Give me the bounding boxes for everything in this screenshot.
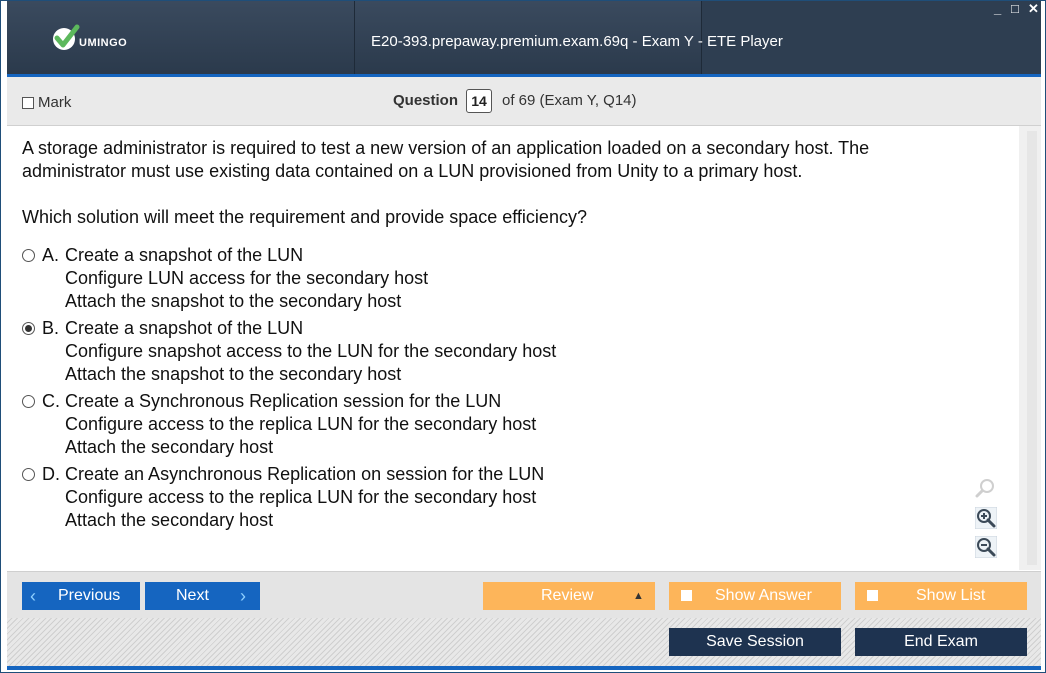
option-c-line-3: Attach the secondary host — [65, 437, 274, 457]
option-letter: C. — [42, 391, 60, 411]
mark-checkbox[interactable] — [22, 97, 34, 109]
previous-button[interactable]: ‹ Previous — [22, 582, 140, 610]
end-exam-button[interactable]: End Exam — [855, 628, 1027, 656]
option-c-line-2: Configure access to the replica LUN for … — [65, 414, 537, 434]
option-b-line-1: Create a snapshot of the LUN — [65, 318, 304, 338]
window-title: E20-393.prepaway.premium.exam.69q - Exam… — [371, 33, 783, 50]
logo: UMINGO — [51, 23, 161, 55]
show-answer-checkbox[interactable] — [681, 590, 692, 601]
question-count: of 69 (Exam Y, Q14) — [502, 92, 637, 109]
chevron-left-icon: ‹ — [30, 586, 36, 606]
option-b-radio[interactable] — [22, 322, 35, 335]
checkmark-logo-icon — [53, 24, 80, 50]
zoom-in-icon[interactable] — [975, 507, 997, 529]
option-letter: D. — [42, 464, 60, 484]
minimize-icon[interactable]: _ — [994, 2, 1001, 15]
next-button[interactable]: Next › — [145, 582, 260, 610]
navigation-bar: ‹ Previous Next › Review ▲ Show Answer S… — [7, 571, 1041, 618]
option-d-line-3: Attach the secondary host — [65, 510, 274, 530]
question-text-line-2: administrator must use existing data con… — [22, 161, 803, 181]
option-d-radio[interactable] — [22, 468, 35, 481]
option-c-line-1: Create a Synchronous Replication session… — [65, 391, 502, 411]
show-list-button[interactable]: Show List — [855, 582, 1027, 610]
question-header: Mark Question 14 of 69 (Exam Y, Q14) — [7, 77, 1041, 126]
question-label: Question — [393, 92, 459, 109]
scrollbar-thumb[interactable] — [1027, 131, 1037, 565]
mark-label[interactable]: Mark — [38, 94, 71, 111]
option-b-line-2: Configure snapshot access to the LUN for… — [65, 341, 557, 361]
option-b-line-3: Attach the snapshot to the secondary hos… — [65, 364, 402, 384]
option-d-line-1: Create an Asynchronous Replication on se… — [65, 464, 545, 484]
save-session-button[interactable]: Save Session — [669, 628, 841, 656]
show-list-checkbox[interactable] — [867, 590, 878, 601]
chevron-right-icon: › — [240, 586, 246, 606]
maximize-icon[interactable]: □ — [1011, 2, 1019, 15]
option-letter: A. — [42, 245, 60, 265]
option-a-radio[interactable] — [22, 249, 35, 262]
close-icon[interactable]: ✕ — [1028, 2, 1039, 15]
question-text-line-1: A storage administrator is required to t… — [22, 138, 870, 158]
app-window: UMINGO E20-393.prepaway.premium.exam.69q… — [0, 0, 1046, 673]
show-answer-button[interactable]: Show Answer — [669, 582, 841, 610]
search-icon[interactable] — [975, 477, 997, 499]
zoom-out-icon[interactable] — [975, 536, 997, 558]
review-button[interactable]: Review ▲ — [483, 582, 655, 610]
logo-text: UMINGO — [79, 37, 128, 49]
option-a-line-3: Attach the snapshot to the secondary hos… — [65, 291, 402, 311]
option-c-radio[interactable] — [22, 395, 35, 408]
option-d-line-2: Configure access to the replica LUN for … — [65, 487, 537, 507]
question-area: A storage administrator is required to t… — [7, 126, 1019, 570]
question-prompt: Which solution will meet the requirement… — [22, 207, 587, 227]
title-bar: UMINGO E20-393.prepaway.premium.exam.69q… — [7, 1, 1041, 74]
option-letter: B. — [42, 318, 60, 338]
footer-panel: Save Session End Exam — [7, 618, 1041, 666]
question-number-input[interactable]: 14 — [466, 89, 492, 113]
option-a-line-1: Create a snapshot of the LUN — [65, 245, 304, 265]
option-a-line-2: Configure LUN access for the secondary h… — [65, 268, 429, 288]
caret-up-icon: ▲ — [633, 590, 644, 602]
